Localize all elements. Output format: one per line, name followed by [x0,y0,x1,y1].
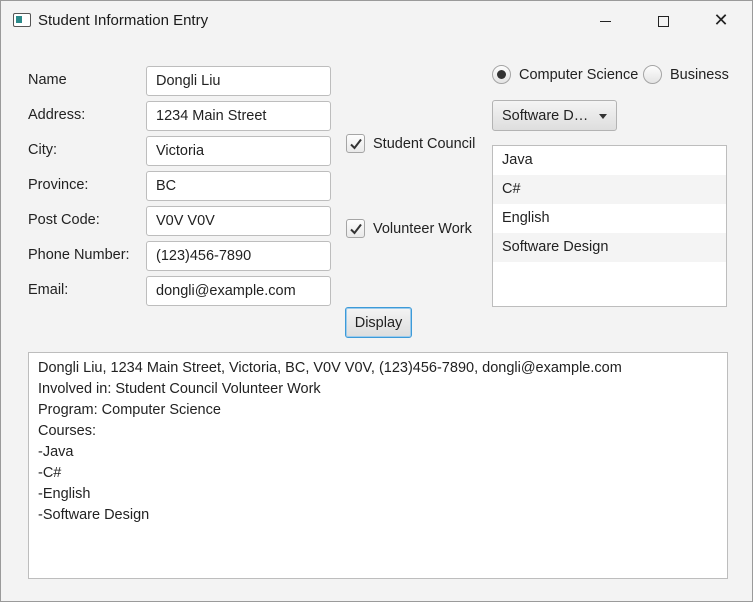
volunteer-work-label: Volunteer Work [373,220,472,237]
close-icon: ✕ [713,10,729,31]
output-line: -Java [38,444,74,460]
email-label: Email: [28,282,69,298]
list-item-empty [493,262,726,291]
name-label: Name [28,72,67,88]
phone-number-label: Phone Number: [28,247,130,263]
email-field[interactable] [146,276,331,306]
form-content: Name Address: City: Province: Post Code:… [1,41,752,601]
address-label: Address: [28,107,86,123]
list-item[interactable]: English [493,204,726,233]
student-council-checkbox[interactable]: Student Council [346,134,475,153]
name-field[interactable] [146,66,331,96]
radio-computer-science-label: Computer Science [519,66,639,83]
app-window: Student Information Entry ✕ Name Address… [0,0,753,602]
maximize-button[interactable] [640,1,686,41]
province-field[interactable] [146,171,331,201]
radio-circle [492,65,511,84]
combo-selected-value: Software Desi... [502,107,594,124]
title-bar[interactable]: Student Information Entry ✕ [1,1,752,41]
output-line: Program: Computer Science [38,402,221,418]
check-mark-icon [349,223,362,235]
maximize-icon [657,15,669,27]
output-line: -Software Design [38,507,150,523]
check-mark-icon [349,138,362,150]
minimize-icon [599,20,611,22]
post-code-field[interactable] [146,206,331,236]
city-label: City: [28,142,57,158]
radio-business[interactable]: Business [643,65,729,84]
radio-selected-dot [497,70,506,79]
post-code-label: Post Code: [28,212,100,228]
city-field[interactable] [146,136,331,166]
output-line: Courses: [38,423,97,439]
output-text-area[interactable]: Dongli Liu, 1234 Main Street, Victoria, … [28,352,728,579]
list-item[interactable]: Software Design [493,233,726,262]
list-item[interactable]: C# [493,175,726,204]
address-field[interactable] [146,101,331,131]
student-council-label: Student Council [373,135,476,152]
course-combo-box[interactable]: Software Desi... [492,100,617,131]
output-line: -English [38,486,91,502]
chevron-down-icon [599,114,607,119]
minimize-button[interactable] [582,1,628,41]
window-title: Student Information Entry [38,12,209,29]
radio-circle [643,65,662,84]
output-line: -C# [38,465,62,481]
output-line: Involved in: Student Council Volunteer W… [38,381,321,397]
course-list[interactable]: Java C# English Software Design [492,145,727,307]
checkbox-box [346,134,365,153]
list-item[interactable]: Java [493,146,726,175]
radio-computer-science[interactable]: Computer Science [492,65,638,84]
app-window-icon [13,13,31,27]
volunteer-work-checkbox[interactable]: Volunteer Work [346,219,472,238]
output-line: Dongli Liu, 1234 Main Street, Victoria, … [38,360,622,376]
checkbox-box [346,219,365,238]
phone-number-field[interactable] [146,241,331,271]
close-button[interactable]: ✕ [698,1,744,41]
radio-business-label: Business [670,66,729,83]
province-label: Province: [28,177,89,193]
display-button[interactable]: Display [345,307,412,338]
